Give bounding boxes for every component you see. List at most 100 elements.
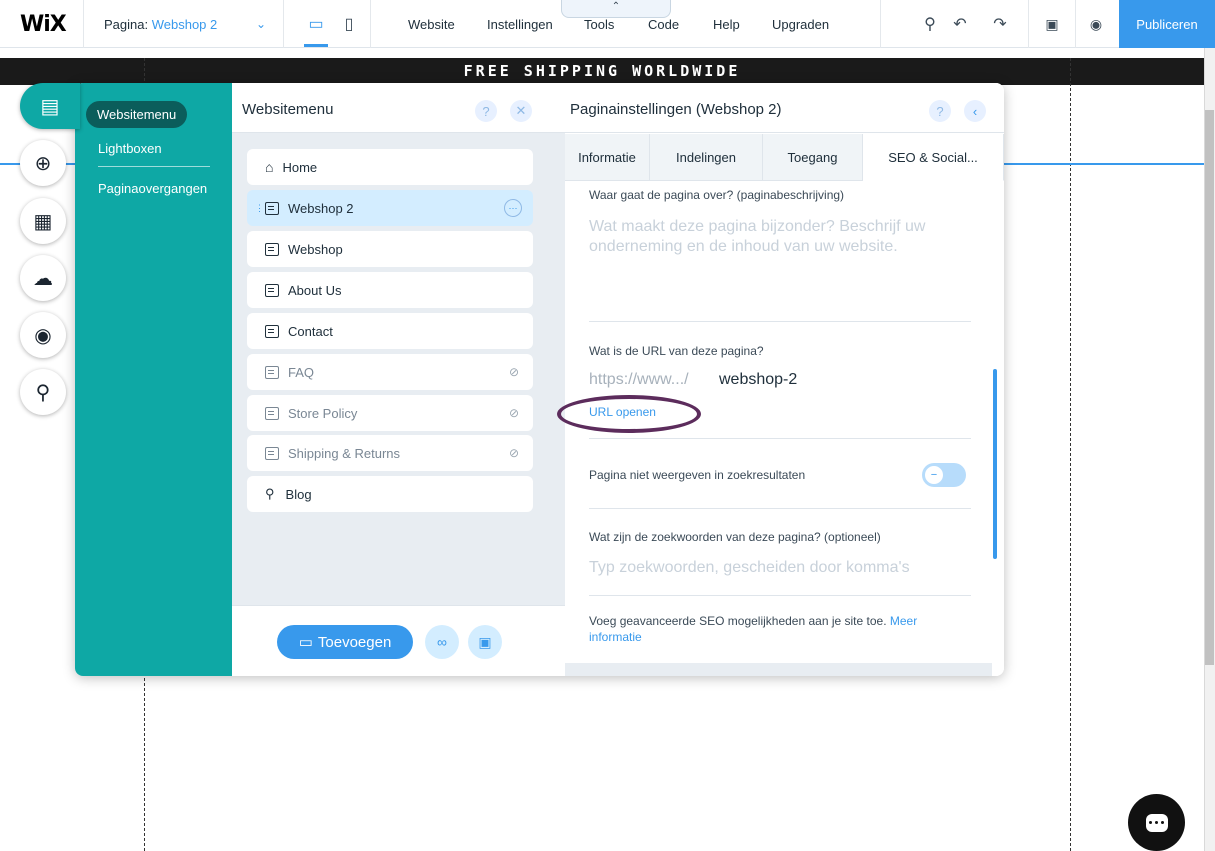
redo-icon[interactable]: ↷ <box>985 0 1015 48</box>
page-icon <box>265 242 279 256</box>
publish-button[interactable]: Publiceren <box>1119 0 1215 48</box>
keywords-field[interactable]: Typ zoekwoorden, gescheiden door komma's <box>589 558 959 578</box>
page-selector-label: Pagina: <box>104 16 149 32</box>
upload-cloud-icon[interactable]: ☁ <box>20 255 66 301</box>
settings-footer <box>565 663 992 676</box>
site-banner: FREE SHIPPING WORLDWIDE <box>0 58 1204 85</box>
page-name: Home <box>282 159 318 175</box>
page-item-webshop-2[interactable]: ⋮ Webshop 2 ⋯ <box>247 190 533 226</box>
desktop-view-icon[interactable]: ▭ <box>301 0 331 48</box>
page-item-blog[interactable]: ⚲ Blog <box>247 476 533 512</box>
help-icon[interactable]: ? <box>475 100 497 122</box>
undo-icon[interactable]: ↶ <box>945 0 975 48</box>
add-page-icon: ▭ <box>298 634 313 651</box>
nav-websitemenu[interactable]: Websitemenu <box>86 101 188 128</box>
menu-instellingen[interactable]: Instellingen <box>487 0 553 48</box>
add-apps-icon[interactable]: ▦ <box>20 198 66 244</box>
page-item-webshop[interactable]: Webshop <box>247 231 533 267</box>
page-icon <box>265 406 279 420</box>
nav-paginaovergangen[interactable]: Paginaovergangen <box>98 181 207 196</box>
menu-help[interactable]: Help <box>713 0 740 48</box>
chevron-down-icon[interactable]: ⌄ <box>246 0 276 48</box>
page-item-faq[interactable]: FAQ ⊘ <box>247 354 533 390</box>
tab-indelingen[interactable]: Indelingen <box>650 134 763 181</box>
back-chevron-icon[interactable]: ‹ <box>964 100 986 122</box>
page-name: Contact <box>288 323 333 339</box>
blog-pen-icon: ⚲ <box>265 486 275 501</box>
divider <box>83 0 84 48</box>
zoom-out-icon[interactable]: ⚲ <box>915 0 945 48</box>
right-gridline <box>1070 58 1071 851</box>
tab-seo-social[interactable]: SEO & Social... <box>863 134 1004 181</box>
divider <box>589 595 971 596</box>
tab-informatie[interactable]: Informatie <box>565 134 650 181</box>
page-name: FAQ <box>288 364 315 380</box>
page-name: Blog <box>285 486 312 502</box>
add-panel-rail: ▤ ⊕ ▦ ☁ ◉ ⚲ <box>18 83 80 423</box>
pages-menu-icon[interactable]: ▤ <box>20 83 80 129</box>
pages-list-panel: Websitemenu ? ✕ ⌂ Home ⋮ Webshop 2 ⋯ Web… <box>232 83 565 676</box>
collapse-topbar-button[interactable]: ⌃ <box>561 0 671 18</box>
pages-panel-title: Websitemenu <box>242 101 334 118</box>
home-icon: ⌂ <box>265 159 274 175</box>
divider <box>1028 0 1029 48</box>
add-element-icon[interactable]: ⊕ <box>20 140 66 186</box>
help-icon[interactable]: ? <box>929 100 951 122</box>
divider <box>370 0 371 48</box>
save-icon[interactable]: ▣ <box>1037 0 1067 48</box>
pages-panel-header: Websitemenu ? ✕ <box>232 83 565 133</box>
settings-tabs: Informatie Indelingen Toegang SEO & Soci… <box>565 134 1004 181</box>
page-icon <box>265 324 279 338</box>
blog-pen-icon[interactable]: ⚲ <box>20 369 66 415</box>
add-folder-icon[interactable]: ▣ <box>468 625 502 659</box>
chat-speech-icon[interactable]: ◉ <box>20 312 66 358</box>
menu-website[interactable]: Website <box>408 0 455 48</box>
page-item-store-policy[interactable]: Store Policy ⊘ <box>247 395 533 431</box>
page-selector[interactable]: Pagina: Webshop 2 <box>104 0 217 48</box>
page-icon <box>265 446 279 460</box>
keywords-label: Wat zijn de zoekwoorden van deze pagina?… <box>589 530 881 544</box>
page-item-shipping-returns[interactable]: Shipping & Returns ⊘ <box>247 435 533 471</box>
drag-handle-icon[interactable]: ⋮ <box>255 203 264 214</box>
url-slug-input[interactable]: webshop-2 <box>719 371 797 389</box>
divider <box>589 508 971 509</box>
description-label: Waar gaat de pagina over? (paginabeschri… <box>589 188 845 202</box>
page-name: Store Policy <box>288 405 358 421</box>
more-actions-icon[interactable]: ⋯ <box>504 199 522 217</box>
url-prefix: https://www.../ <box>589 371 689 388</box>
hidden-eye-icon: ⊘ <box>508 406 519 420</box>
settings-scrollbar[interactable] <box>993 369 997 559</box>
page-scrollbar[interactable] <box>1204 48 1215 851</box>
menu-upgraden[interactable]: Upgraden <box>772 0 829 48</box>
page-icon <box>265 283 279 297</box>
page-icon <box>265 365 279 379</box>
mobile-view-icon[interactable]: ▯ <box>334 0 364 48</box>
chevron-up-icon: ⌃ <box>611 1 621 12</box>
page-name: Webshop <box>288 241 343 257</box>
settings-header: Paginainstellingen (Webshop 2) ? ‹ <box>565 83 1004 133</box>
tab-toegang[interactable]: Toegang <box>763 134 863 181</box>
scroll-thumb[interactable] <box>1205 110 1214 665</box>
page-name: Webshop 2 <box>288 200 354 216</box>
hidden-eye-icon: ⊘ <box>508 365 519 379</box>
pages-panel-footer: ▭ Toevoegen ∞ ▣ <box>232 605 565 676</box>
hide-from-search-toggle[interactable]: − <box>922 463 966 487</box>
close-icon[interactable]: ✕ <box>510 100 532 122</box>
add-page-button[interactable]: ▭ Toevoegen <box>277 625 413 659</box>
divider <box>880 0 881 48</box>
page-item-home[interactable]: ⌂ Home <box>247 149 533 185</box>
divider <box>1075 0 1076 48</box>
chat-icon <box>1145 813 1168 832</box>
page-item-contact[interactable]: Contact <box>247 313 533 349</box>
active-view-indicator <box>304 44 328 47</box>
add-link-icon[interactable]: ∞ <box>425 625 459 659</box>
chat-button[interactable] <box>1128 794 1185 851</box>
url-label: Wat is de URL van deze pagina? <box>589 344 764 358</box>
description-field[interactable]: Wat maakt deze pagina bijzonder? Beschri… <box>589 217 959 257</box>
divider <box>589 321 971 322</box>
wix-logo[interactable]: WiX <box>20 12 67 37</box>
page-item-about-us[interactable]: About Us <box>247 272 533 308</box>
section-line <box>1004 163 1204 165</box>
preview-eye-icon[interactable]: ◉ <box>1081 0 1111 48</box>
nav-lightboxen[interactable]: Lightboxen <box>98 141 162 156</box>
